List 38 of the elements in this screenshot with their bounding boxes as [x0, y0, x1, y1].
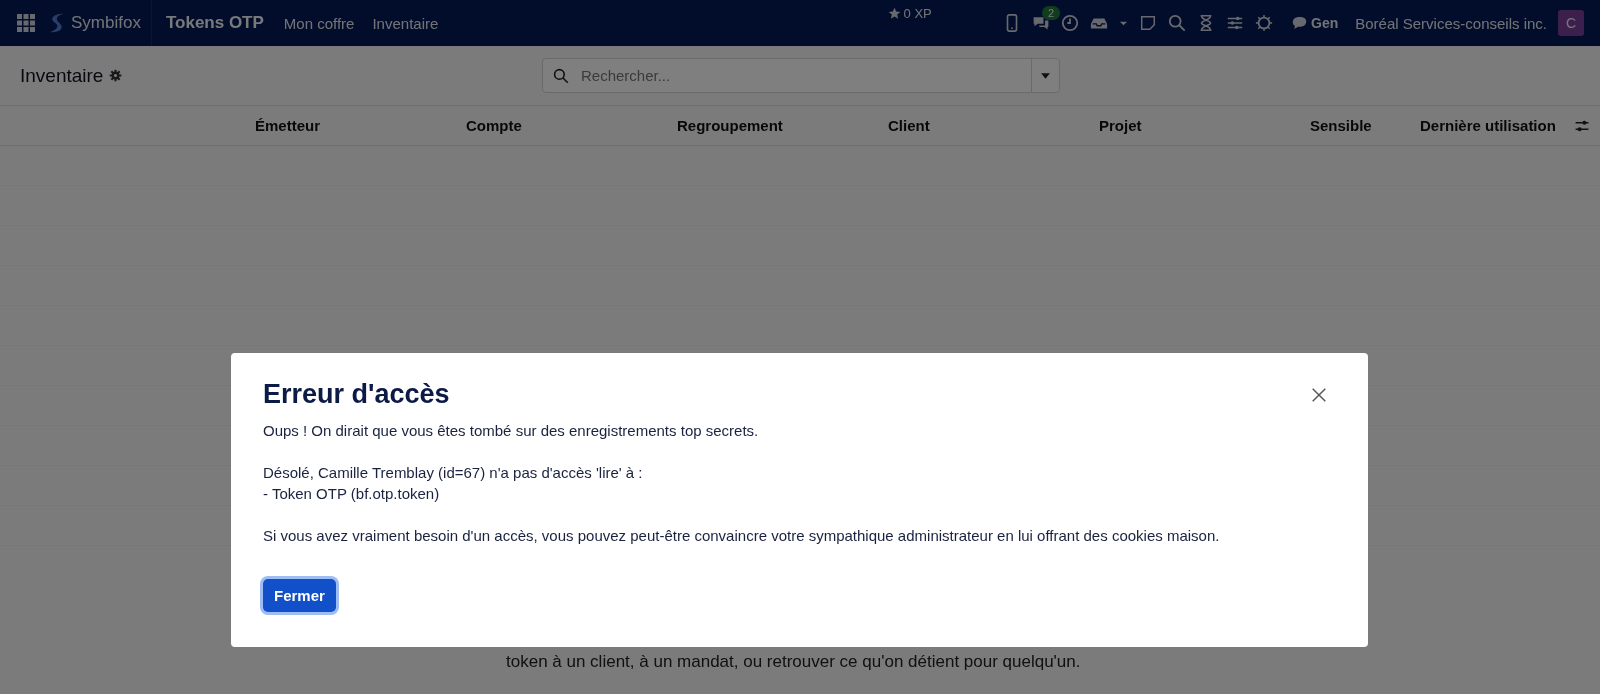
channel-link[interactable]: Gen — [1292, 15, 1339, 31]
dialog-message: Si vous avez vraiment besoin d'un accès, vous pouvez peut-être convaincre votre sympathique administrateur en lui offrant des cookies maison. — [263, 526, 1221, 546]
xp-counter: 0 XP — [903, 6, 932, 21]
message-count-badge: 2 — [1042, 6, 1061, 20]
column-header[interactable]: Émetteur — [255, 117, 466, 134]
caret-icon — [1040, 70, 1051, 81]
menu-link[interactable]: Mon coffre — [283, 14, 355, 32]
column-header[interactable]: Sensible — [1310, 117, 1420, 134]
column-header[interactable]: Dernière utilisation — [1420, 117, 1556, 134]
module-title[interactable]: Tokens OTP — [165, 13, 264, 33]
search-field[interactable]: Rechercher... — [579, 66, 1031, 85]
search-icon[interactable] — [1168, 14, 1186, 32]
user-avatar[interactable]: C — [1558, 10, 1584, 36]
speech-bubble-icon — [1292, 16, 1307, 30]
sliders-icon[interactable] — [1226, 14, 1244, 32]
settings-icon[interactable] — [109, 69, 123, 82]
dialog-message: Désolé, Camille Tremblay (id=67) n'a pas d'accès 'lire' à : - Token OTP (bf.otp.token) — [263, 463, 644, 504]
apps-grid-icon[interactable] — [17, 14, 35, 32]
column-header[interactable]: Projet — [1099, 117, 1310, 134]
column-header[interactable]: Compte — [466, 117, 677, 134]
column-options-icon[interactable] — [1574, 118, 1590, 134]
sun-icon[interactable] — [1255, 14, 1273, 32]
star-icon — [887, 7, 901, 20]
column-header[interactable]: Client — [888, 117, 1099, 134]
dialog-title: Erreur d'accès — [263, 379, 450, 410]
search-box[interactable]: Rechercher... — [542, 58, 1060, 93]
dialog-message: Oups ! On dirait que vous êtes tombé sur des enregistrements top secrets. — [263, 421, 760, 441]
menu-link[interactable]: Inventaire — [372, 14, 439, 32]
chat-icon[interactable] — [1032, 14, 1050, 32]
close-dialog-button[interactable]: Fermer — [263, 579, 336, 612]
help-text: token à un client, à un mandat, ou retrouver ce qu'on détient pour quelqu'un. — [506, 652, 1081, 672]
app-name: Symbifox — [71, 13, 141, 33]
clock-icon[interactable] — [1061, 14, 1079, 32]
column-header[interactable]: Regroupement — [677, 117, 888, 134]
note-icon[interactable] — [1139, 14, 1157, 32]
page-title: Inventaire — [20, 64, 104, 87]
search-icon — [553, 67, 569, 84]
company-name[interactable]: Boréal Services-conseils inc. — [1355, 14, 1547, 32]
